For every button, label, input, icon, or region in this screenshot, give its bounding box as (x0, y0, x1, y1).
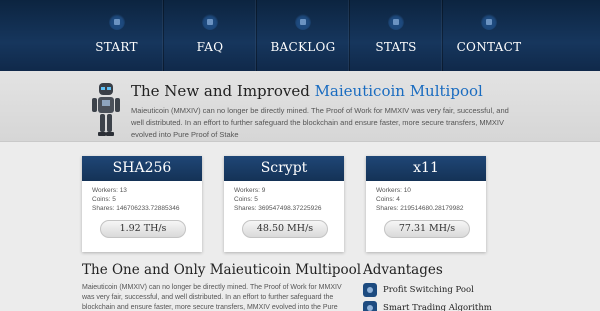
home-icon (108, 14, 125, 30)
pool-coins: Coins: 5 (234, 196, 258, 203)
pool-workers: Workers: 9 (234, 187, 266, 194)
mail-icon (481, 14, 497, 30)
advantages-title: Advantages (363, 262, 443, 278)
nav-item-stats[interactable]: STATS (349, 0, 442, 71)
pool-hashrate-button[interactable]: 1.92 TH/s (100, 220, 186, 238)
nav-label: START (95, 40, 138, 54)
pool-shares: Shares: 146706233.72885346 (92, 205, 180, 212)
pool-hashrate-button[interactable]: 77.31 MH/s (384, 220, 470, 238)
pool-card-scrypt: Scrypt Workers: 9 Coins: 5 Shares: 36954… (224, 156, 344, 252)
nav-item-backlog[interactable]: BACKLOG (256, 0, 349, 71)
nav-item-contact[interactable]: CONTACT (442, 0, 535, 71)
advantage-label: Profit Switching Pool (383, 285, 474, 295)
nav-label: STATS (375, 40, 417, 54)
hero-description: Maieuticoin (MMXIV) can no longer be dir… (131, 106, 509, 139)
pool-card-title: x11 (366, 156, 486, 181)
list-icon (295, 14, 311, 30)
hero-title: The New and Improved Maieuticoin Multipo… (131, 82, 483, 100)
hero-title-prefix: The New and Improved (131, 82, 315, 100)
robot-mascot-icon (92, 83, 120, 136)
hero-title-accent: Maieuticoin Multipool (314, 82, 483, 100)
nav-item-faq[interactable]: FAQ (163, 0, 256, 71)
top-nav: START FAQ BACKLOG STATS CONTACT (0, 0, 600, 71)
pool-shares: Shares: 369547498.37225926 (234, 205, 322, 212)
about-description: Maieuticoin (MMXIV) can no longer be dir… (82, 284, 342, 311)
hero-banner: The New and Improved Maieuticoin Multipo… (0, 71, 600, 142)
pool-card-title: Scrypt (224, 156, 344, 181)
advantage-item-smart-trading[interactable]: Smart Trading Algorithm (363, 301, 492, 311)
about-title: The One and Only Maieuticoin Multipool (82, 262, 362, 278)
pool-card-title: SHA256 (82, 156, 202, 181)
nav-item-start[interactable]: START (70, 0, 163, 71)
nav-label: FAQ (196, 40, 224, 54)
algorithm-icon (363, 301, 377, 311)
advantage-label: Smart Trading Algorithm (383, 303, 492, 311)
pool-workers: Workers: 10 (376, 187, 411, 194)
coins-icon (363, 283, 377, 297)
pool-coins: Coins: 4 (376, 196, 400, 203)
pool-shares: Shares: 219514680.28179982 (376, 205, 464, 212)
nav-label: CONTACT (456, 40, 522, 54)
pool-hashrate-button[interactable]: 48.50 MH/s (242, 220, 328, 238)
pool-card-sha256: SHA256 Workers: 13 Coins: 5 Shares: 1467… (82, 156, 202, 252)
question-icon (202, 14, 218, 30)
pool-workers: Workers: 13 (92, 187, 127, 194)
nav-label: BACKLOG (270, 40, 336, 54)
advantage-item-profit-switching[interactable]: Profit Switching Pool (363, 283, 474, 297)
pool-coins: Coins: 5 (92, 196, 116, 203)
pool-card-x11: x11 Workers: 10 Coins: 4 Shares: 2195146… (366, 156, 486, 252)
chart-icon (388, 14, 404, 30)
